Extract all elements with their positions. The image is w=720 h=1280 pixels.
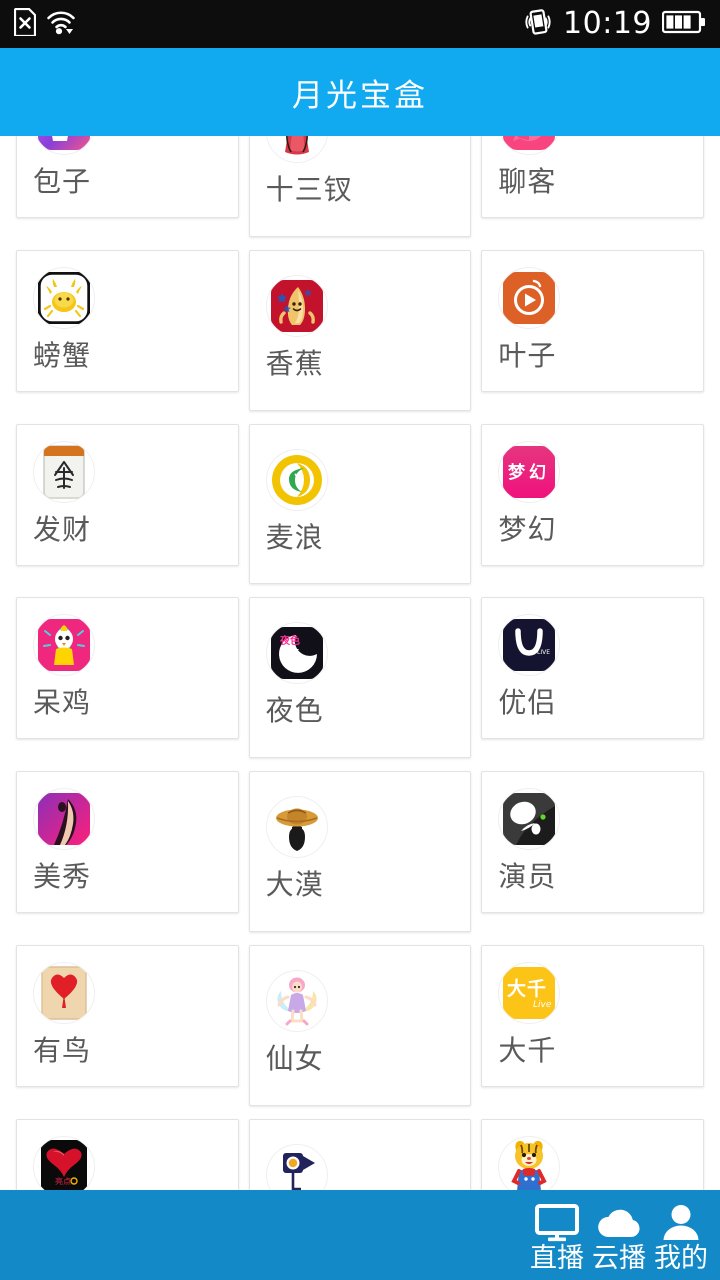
sim-card-error-icon bbox=[14, 8, 36, 40]
app-card[interactable]: 叶子 bbox=[481, 250, 704, 392]
yese-icon: 夜色 bbox=[266, 622, 328, 684]
tab-profile[interactable]: 我的 bbox=[650, 1197, 712, 1274]
page-title: 月光宝盒 bbox=[292, 70, 428, 115]
app-grid: 包子十三钗聊客螃蟹香蕉叶子发财麦浪梦幻梦幻呆鸡夜色夜色LIVE优侣美秀大漠演员有… bbox=[0, 136, 720, 1190]
baozi-icon bbox=[33, 136, 95, 155]
app-card-label: 梦幻 bbox=[498, 515, 703, 546]
app-card-label: 优侣 bbox=[498, 688, 703, 719]
app-card[interactable]: 螃蟹 bbox=[16, 250, 239, 392]
app-card[interactable]: 呆鸡 bbox=[16, 597, 239, 739]
app-card[interactable]: 演员 bbox=[481, 771, 704, 913]
app-card[interactable]: 视听 bbox=[249, 1119, 472, 1190]
xiannv-icon bbox=[266, 970, 328, 1032]
tab-cloud-label: 云播 bbox=[592, 1243, 646, 1274]
daiji-icon bbox=[33, 614, 95, 676]
app-card-label: 麦浪 bbox=[266, 523, 471, 554]
menghuan-icon: 梦幻 bbox=[498, 441, 560, 503]
app-card-label: 香蕉 bbox=[266, 349, 471, 380]
app-card-label: 聊客 bbox=[498, 167, 703, 198]
app-card-label: 发财 bbox=[33, 515, 238, 546]
monitor-icon bbox=[534, 1197, 580, 1243]
youlv-icon: LIVE bbox=[498, 614, 560, 676]
status-bar: 10:19 bbox=[0, 0, 720, 48]
vibrate-icon bbox=[523, 8, 553, 40]
status-bar-clock: 10:19 bbox=[563, 9, 652, 39]
app-card[interactable]: 梦幻梦幻 bbox=[481, 424, 704, 566]
app-card[interactable]: 夜色夜色 bbox=[249, 597, 472, 758]
app-card[interactable]: 美秀 bbox=[16, 771, 239, 913]
tab-cloud[interactable]: 云播 bbox=[588, 1197, 650, 1274]
facai-icon bbox=[33, 441, 95, 503]
daqian-icon: 大千Live bbox=[498, 962, 560, 1024]
person-icon bbox=[660, 1197, 702, 1243]
svg-text:幻: 幻 bbox=[529, 462, 546, 483]
shiting-icon bbox=[266, 1144, 328, 1190]
app-card[interactable]: 麦浪 bbox=[249, 424, 472, 585]
app-card[interactable]: 有鸟 bbox=[16, 945, 239, 1087]
app-card-label: 包子 bbox=[33, 167, 238, 198]
app-grid-scroll-area[interactable]: 包子十三钗聊客螃蟹香蕉叶子发财麦浪梦幻梦幻呆鸡夜色夜色LIVE优侣美秀大漠演员有… bbox=[0, 136, 720, 1190]
app-card-label: 叶子 bbox=[498, 341, 703, 372]
app-card-label: 十三钗 bbox=[266, 175, 471, 206]
app-card[interactable]: LIVE 优侣 bbox=[481, 597, 704, 739]
app-card[interactable]: 大千Live大千 bbox=[481, 945, 704, 1087]
svg-text:夜色: 夜色 bbox=[279, 634, 300, 647]
app-card-label: 夜色 bbox=[266, 696, 471, 727]
app-card[interactable]: 老虎 bbox=[481, 1119, 704, 1190]
wifi-icon bbox=[46, 8, 76, 40]
app-card[interactable]: 大漠 bbox=[249, 771, 472, 932]
svg-text:LIVE: LIVE bbox=[537, 649, 550, 656]
youniao-icon bbox=[33, 962, 95, 1024]
app-card[interactable]: 发财 bbox=[16, 424, 239, 566]
svg-text:亮点: 亮点 bbox=[55, 1176, 71, 1186]
app-card-label: 仙女 bbox=[266, 1044, 471, 1075]
laohu-icon bbox=[498, 1136, 560, 1190]
mailang-icon bbox=[266, 449, 328, 511]
liaoke-icon bbox=[498, 136, 560, 155]
svg-text:千: 千 bbox=[527, 978, 546, 1000]
app-card[interactable]: 十三钗 bbox=[249, 136, 472, 237]
app-card[interactable]: 包子 bbox=[16, 136, 239, 218]
meixiu-icon bbox=[33, 788, 95, 850]
bottom-navigation-bar: 直播 云播 我的 bbox=[0, 1190, 720, 1280]
app-card-label: 大漠 bbox=[266, 870, 471, 901]
yanyuan-icon bbox=[498, 788, 560, 850]
app-card[interactable]: 亮点亮点 bbox=[16, 1119, 239, 1190]
app-header: 月光宝盒 bbox=[0, 48, 720, 136]
app-card-label: 演员 bbox=[498, 862, 703, 893]
yezi-icon bbox=[498, 267, 560, 329]
battery-icon bbox=[662, 10, 706, 38]
tab-live[interactable]: 直播 bbox=[526, 1197, 588, 1274]
status-bar-right: 10:19 bbox=[523, 8, 706, 40]
app-card-label: 大千 bbox=[498, 1036, 703, 1067]
cloud-icon bbox=[595, 1197, 643, 1243]
app-card[interactable]: 仙女 bbox=[249, 945, 472, 1106]
app-card-label: 美秀 bbox=[33, 862, 238, 893]
pangxie-icon bbox=[33, 267, 95, 329]
app-card[interactable]: 聊客 bbox=[481, 136, 704, 218]
tab-profile-label: 我的 bbox=[654, 1243, 708, 1274]
damo-icon bbox=[266, 796, 328, 858]
app-card-label: 有鸟 bbox=[33, 1036, 238, 1067]
app-card[interactable]: 香蕉 bbox=[249, 250, 472, 411]
svg-text:梦: 梦 bbox=[508, 462, 526, 483]
app-card-label: 螃蟹 bbox=[33, 341, 238, 372]
svg-text:Live: Live bbox=[533, 1000, 552, 1010]
status-bar-left bbox=[14, 8, 76, 40]
bottom-tabs: 直播 云播 我的 bbox=[526, 1197, 712, 1274]
xiangjiao-icon bbox=[266, 275, 328, 337]
tab-live-label: 直播 bbox=[530, 1243, 584, 1274]
shisanchai-icon bbox=[266, 136, 328, 163]
app-card-label: 呆鸡 bbox=[33, 688, 238, 719]
svg-text:大: 大 bbox=[507, 977, 526, 1000]
liangdian-icon: 亮点 bbox=[33, 1136, 95, 1190]
